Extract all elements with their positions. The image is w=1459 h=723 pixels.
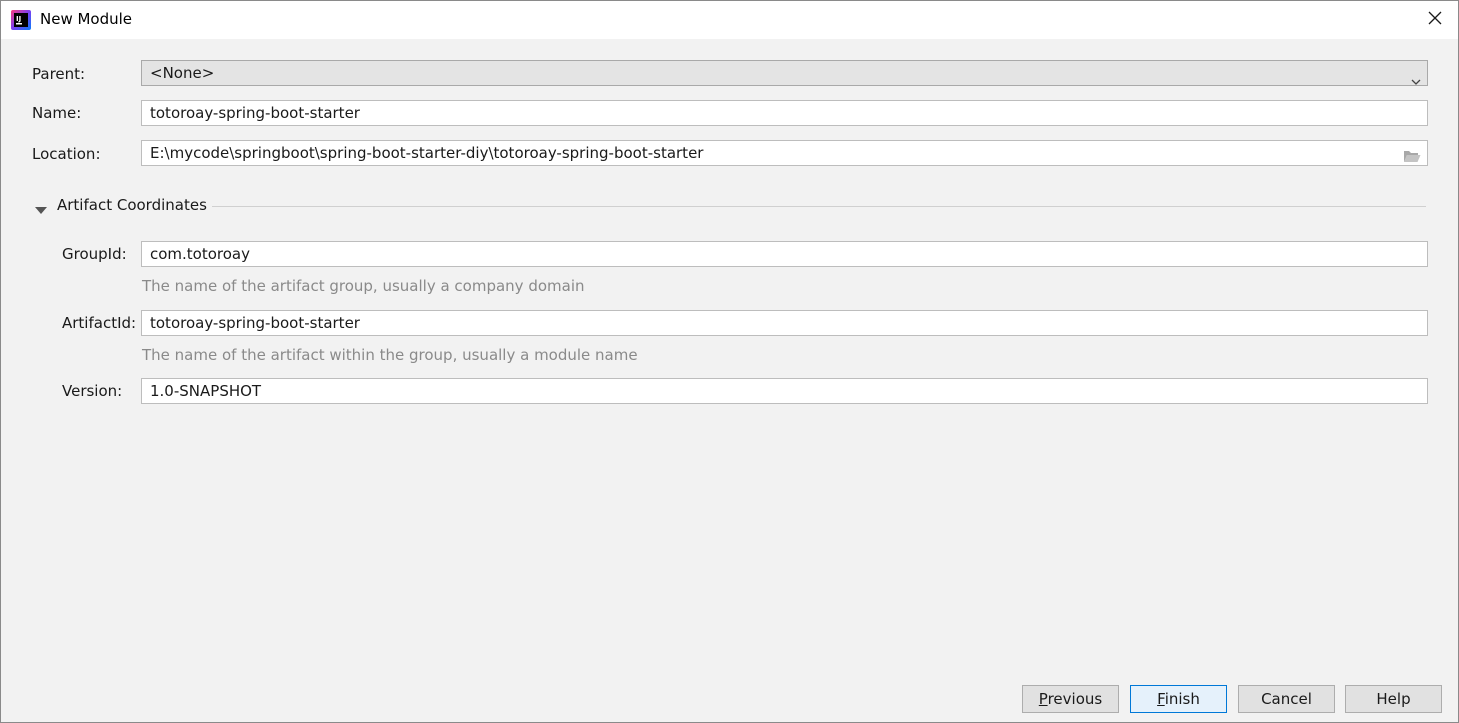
cancel-button[interactable]: Cancel [1238,685,1335,713]
previous-button[interactable]: Previous [1022,685,1119,713]
finish-label: inish [1164,690,1200,708]
svg-text:IJ: IJ [16,15,21,23]
close-button[interactable] [1412,1,1458,39]
folder-open-icon[interactable] [1403,146,1421,165]
location-field-value: E:\mycode\springboot\spring-boot-starter… [150,144,704,162]
name-label: Name: [32,104,82,122]
version-field[interactable]: 1.0-SNAPSHOT [141,378,1428,404]
new-module-dialog: IJ New Module Parent: <None> Name: totor… [0,0,1459,723]
name-field-value: totoroay-spring-boot-starter [150,104,360,122]
finish-button[interactable]: Finish [1130,685,1227,713]
intellij-idea-icon: IJ [11,10,31,30]
artifactid-hint: The name of the artifact within the grou… [142,346,638,364]
groupid-field-value: com.totoroay [150,245,251,263]
artifactid-field-value: totoroay-spring-boot-starter [150,314,360,332]
previous-mnemonic: P [1038,690,1048,708]
section-divider [212,206,1426,207]
version-field-value: 1.0-SNAPSHOT [150,382,262,400]
parent-label: Parent: [32,65,86,83]
previous-label: revious [1047,690,1103,708]
section-title: Artifact Coordinates [57,196,207,214]
name-field[interactable]: totoroay-spring-boot-starter [141,100,1428,126]
triangle-down-icon[interactable] [35,201,47,219]
help-button[interactable]: Help [1345,685,1442,713]
location-label: Location: [32,145,101,163]
title-bar: IJ New Module [1,1,1458,39]
groupid-label: GroupId: [62,245,127,263]
chevron-down-icon [1411,69,1421,85]
close-icon [1428,11,1442,29]
finish-mnemonic: F [1157,690,1165,708]
parent-select[interactable]: <None> [141,60,1428,86]
artifactid-label: ArtifactId: [62,314,137,332]
parent-select-value: <None> [150,64,215,82]
location-field[interactable]: E:\mycode\springboot\spring-boot-starter… [141,140,1428,166]
window-title: New Module [40,10,133,28]
artifactid-field[interactable]: totoroay-spring-boot-starter [141,310,1428,336]
groupid-field[interactable]: com.totoroay [141,241,1428,267]
groupid-hint: The name of the artifact group, usually … [142,277,585,295]
version-label: Version: [62,382,123,400]
